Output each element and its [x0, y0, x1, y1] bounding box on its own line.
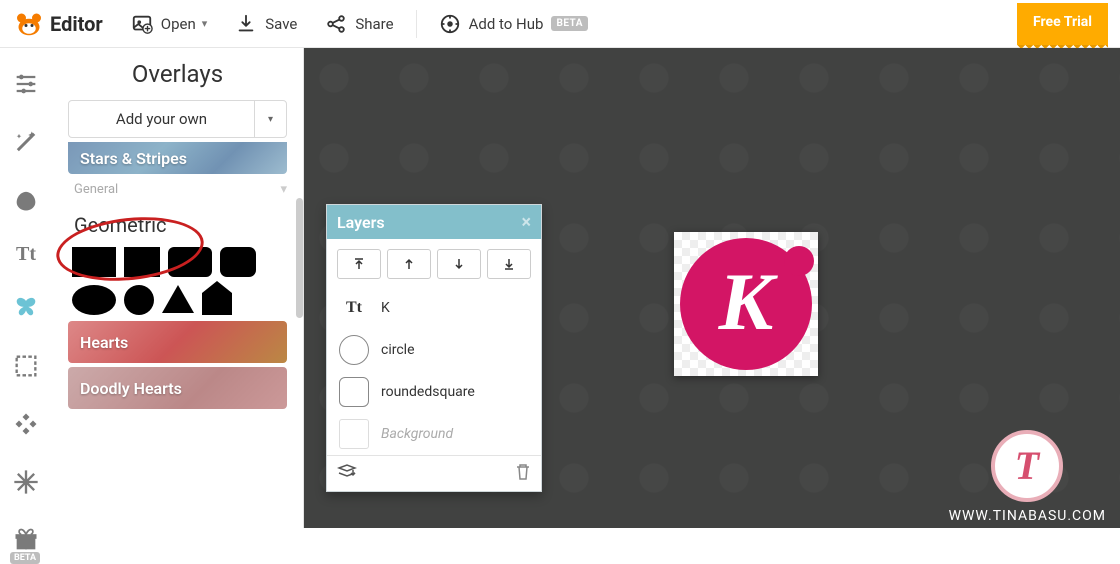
beta-badge: BETA [551, 16, 588, 31]
shape-triangle[interactable] [162, 285, 194, 313]
topbar: Editor Open ▾ Save Share Add to Hub BETA… [0, 0, 1120, 48]
canvas[interactable]: Layers × Tt K circle roundedsquare Backg… [304, 48, 1120, 528]
face-icon [12, 186, 40, 214]
category-doodly-hearts[interactable]: Doodly Hearts [68, 367, 287, 409]
shape-circle[interactable] [124, 285, 154, 315]
watermark-badge: T [991, 430, 1063, 502]
toolbar-group: Open ▾ Save Share [131, 13, 394, 35]
close-icon[interactable]: × [521, 212, 531, 233]
toolbar-divider [416, 10, 417, 38]
layer-item-background[interactable]: Background [327, 413, 541, 455]
arrow-top-icon [352, 257, 366, 271]
text-icon: Tt [16, 244, 36, 264]
share-icon [325, 13, 347, 35]
frame-icon [12, 352, 40, 380]
layer-label: circle [381, 342, 415, 358]
layer-label: K [381, 300, 390, 316]
badge-letter: K [719, 261, 774, 343]
share-label: Share [355, 15, 393, 33]
badge-circle[interactable]: K [680, 238, 812, 370]
add-own-dropdown[interactable]: ▾ [254, 101, 286, 137]
flatten-icon [337, 463, 357, 479]
shape-ellipse[interactable] [72, 285, 116, 315]
open-button[interactable]: Open ▾ [131, 13, 208, 35]
layer-item-circle[interactable]: circle [327, 329, 541, 371]
hub-icon [439, 13, 461, 35]
circle-layer-icon [339, 335, 369, 365]
add-to-hub-button[interactable]: Add to Hub BETA [439, 13, 588, 35]
hub-label: Add to Hub [469, 15, 544, 33]
group-geometric[interactable]: Geometric [68, 201, 287, 243]
save-button[interactable]: Save [235, 13, 297, 35]
category-hearts[interactable]: Hearts [68, 321, 287, 363]
text-layer-icon: Tt [339, 293, 369, 323]
rail-themes[interactable] [10, 468, 42, 496]
tool-rail: Tt [0, 48, 52, 528]
shape-pentagon[interactable] [202, 285, 232, 315]
layer-item-text[interactable]: Tt K [327, 287, 541, 329]
share-button[interactable]: Share [325, 13, 393, 35]
layer-order-buttons [327, 239, 541, 287]
layers-header[interactable]: Layers × [327, 205, 541, 239]
shape-rounded-square[interactable] [220, 247, 256, 277]
shape-rounded-rectangle[interactable] [168, 247, 212, 277]
subcategory-general[interactable]: General▾ [68, 178, 287, 201]
overlays-panel: Overlays Add your own ▾ Stars & Stripes … [52, 48, 304, 528]
image-plus-icon [131, 13, 153, 35]
rail-frames[interactable] [10, 352, 42, 380]
rail-overlays[interactable] [10, 294, 42, 322]
snowflake-icon [12, 468, 40, 496]
butterfly-icon [12, 294, 40, 322]
chevron-down-icon: ▾ [202, 17, 208, 30]
app-logo: Editor [14, 11, 103, 37]
arrow-bottom-icon [502, 257, 516, 271]
layers-footer [327, 455, 541, 491]
bring-to-front-button[interactable] [337, 249, 381, 279]
rail-adjust[interactable] [10, 70, 42, 98]
shape-square[interactable] [124, 247, 160, 277]
rail-effects[interactable] [10, 128, 42, 156]
trash-icon [515, 463, 531, 481]
artboard[interactable]: K [674, 232, 818, 376]
add-own-label: Add your own [69, 101, 254, 137]
flatten-button[interactable] [337, 463, 357, 484]
send-to-back-button[interactable] [487, 249, 531, 279]
monkey-icon [14, 11, 44, 37]
shape-grid [68, 243, 287, 319]
rail-textures[interactable] [10, 410, 42, 438]
watermark-url: WWW.TINABASU.COM [949, 508, 1106, 524]
add-your-own-button[interactable]: Add your own ▾ [68, 100, 287, 138]
bg-layer-icon [339, 419, 369, 449]
rail-smart[interactable] [10, 526, 42, 554]
gift-icon [12, 526, 40, 554]
watermark: T WWW.TINABASU.COM [949, 430, 1106, 524]
send-backward-button[interactable] [437, 249, 481, 279]
layers-title: Layers [337, 213, 385, 232]
texture-icon [12, 410, 40, 438]
arrow-down-icon [452, 257, 466, 271]
category-stars-stripes[interactable]: Stars & Stripes [68, 142, 287, 174]
layers-panel: Layers × Tt K circle roundedsquare Backg… [326, 204, 542, 492]
panel-title: Overlays [68, 60, 287, 88]
rail-text[interactable]: Tt [10, 244, 42, 264]
rail-touchup[interactable] [10, 186, 42, 214]
save-label: Save [265, 15, 297, 33]
free-trial-button[interactable]: Free Trial [1017, 3, 1108, 45]
bring-forward-button[interactable] [387, 249, 431, 279]
sliders-icon [12, 70, 40, 98]
layer-label: roundedsquare [381, 384, 475, 400]
arrow-up-icon [402, 257, 416, 271]
shape-rectangle[interactable] [72, 247, 116, 277]
download-icon [235, 13, 257, 35]
wand-icon [12, 128, 40, 156]
open-label: Open [161, 15, 196, 33]
rsquare-layer-icon [339, 377, 369, 407]
app-name: Editor [50, 12, 103, 36]
delete-layer-button[interactable] [515, 463, 531, 485]
layer-item-roundedsquare[interactable]: roundedsquare [327, 371, 541, 413]
layer-label: Background [381, 426, 453, 442]
